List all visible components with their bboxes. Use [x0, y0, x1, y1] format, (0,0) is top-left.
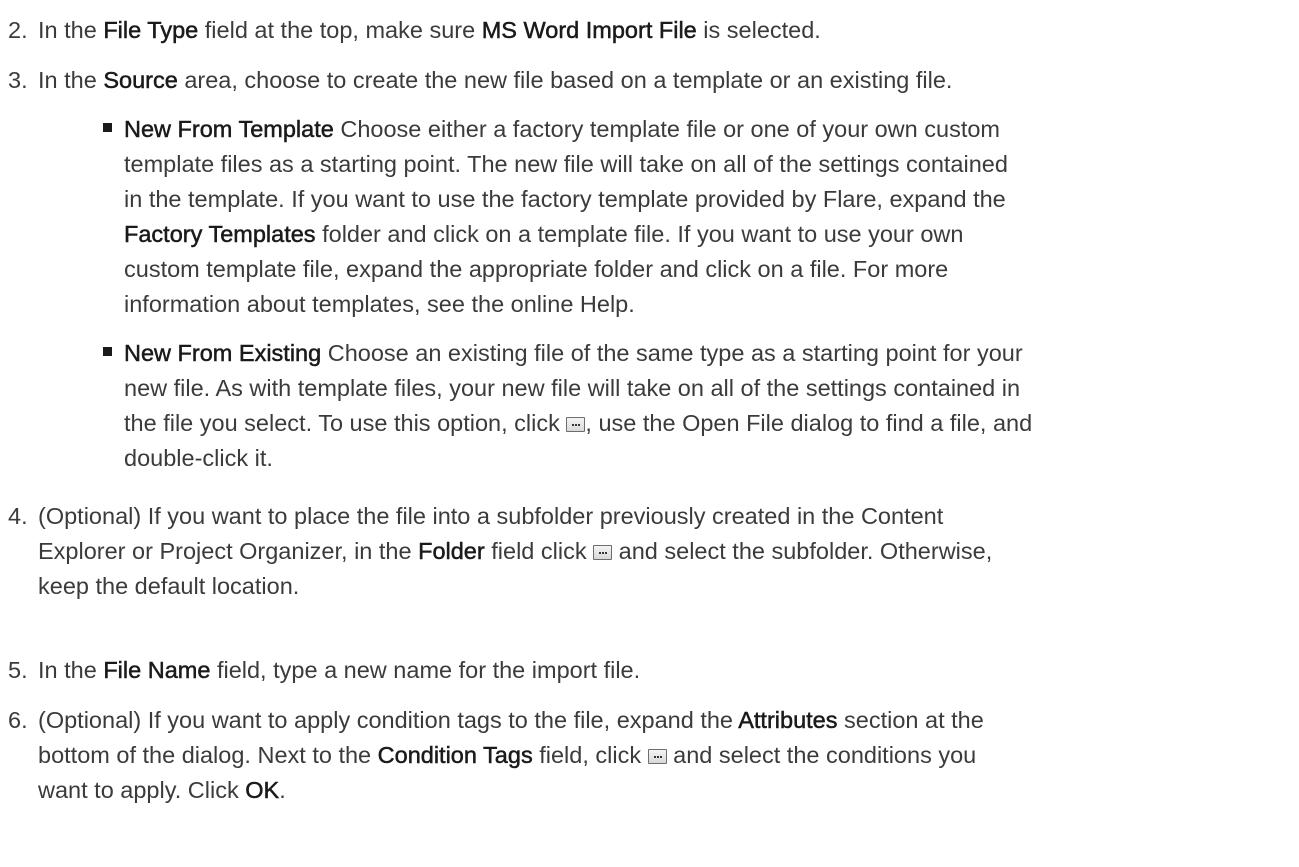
step-text: In the File Name field, type a new name … — [38, 653, 1278, 688]
text-run: In the — [38, 657, 104, 683]
step-text: (Optional) If you want to apply conditio… — [38, 703, 1278, 808]
ui-term-source: Source — [103, 67, 178, 94]
text-line: template files as a starting point. The … — [124, 151, 1008, 177]
step-text: In the Source area, choose to create the… — [38, 63, 1278, 98]
text-run: In the — [38, 67, 104, 93]
step-text: (Optional) If you want to place the file… — [38, 499, 1278, 604]
text-run: Choose either a factory template file or… — [333, 116, 1000, 142]
ui-term-ok: OK — [245, 777, 280, 804]
text-run: Choose an existing file of the same type… — [321, 340, 1023, 366]
ui-term-new-from-existing: New From Existing — [124, 340, 322, 367]
text-run: (Optional) If you want to apply conditio… — [38, 707, 739, 733]
document-page: 2. In the File Type field at the top, ma… — [0, 0, 1299, 867]
text-line: bottom of the dialog. Next to the Condit… — [38, 738, 1278, 773]
text-run: section at the — [837, 707, 984, 733]
bullet-text: New From Existing Choose an existing fil… — [124, 336, 1284, 476]
text-run: . — [279, 777, 286, 803]
step-number: 2. — [8, 17, 28, 43]
text-line: custom template file, expand the appropr… — [124, 256, 949, 282]
ui-term-ms-word-import-file: MS Word Import File — [481, 17, 697, 44]
ui-term-factory-templates: Factory Templates — [124, 221, 316, 248]
text-line: the file you select. To use this option,… — [124, 406, 1284, 441]
text-run: and select the conditions you — [666, 742, 977, 768]
text-run: folder and click on a template file. If … — [315, 221, 964, 247]
text-line: (Optional) If you want to apply conditio… — [38, 703, 1278, 738]
text-line: want to apply. Click OK. — [38, 773, 1278, 808]
step-number: 3. — [8, 67, 28, 93]
text-line: New From Template Choose either a factor… — [124, 112, 1284, 147]
ui-term-new-from-template: New From Template — [124, 116, 334, 143]
ui-term-file-name: File Name — [103, 657, 211, 684]
step-number: 6. — [8, 707, 28, 733]
step-text: In the File Type field at the top, make … — [38, 13, 1278, 48]
text-line: (Optional) If you want to place the file… — [38, 503, 944, 529]
ellipsis-browse-icon — [593, 545, 613, 560]
text-run: field at the top, make sure — [198, 17, 482, 43]
step-number: 4. — [8, 503, 28, 529]
text-run: bottom of the dialog. Next to the — [38, 742, 378, 768]
text-line: New From Existing Choose an existing fil… — [124, 336, 1284, 371]
text-line: double-click it. — [124, 445, 273, 471]
square-bullet-icon — [103, 123, 112, 132]
step-number: 5. — [8, 657, 28, 683]
text-line: Factory Templates folder and click on a … — [124, 217, 1284, 252]
text-run: , use the Open File dialog to find a fil… — [585, 410, 1033, 436]
ui-term-attributes: Attributes — [738, 707, 838, 734]
text-run: field, type a new name for the import fi… — [210, 657, 641, 683]
text-run: Explorer or Project Organizer, in the — [38, 538, 419, 564]
text-run: field click — [484, 538, 594, 564]
ui-term-file-type: File Type — [103, 17, 199, 44]
text-run: is selected. — [696, 17, 821, 43]
ui-term-folder: Folder — [418, 538, 485, 565]
text-run: want to apply. Click — [38, 777, 246, 803]
text-run: area, choose to create the new file base… — [177, 67, 953, 93]
text-line: information about templates, see the onl… — [124, 291, 635, 317]
text-run: and select the subfolder. Otherwise, — [612, 538, 993, 564]
text-line: Explorer or Project Organizer, in the Fo… — [38, 534, 1278, 569]
ellipsis-browse-icon — [566, 417, 586, 432]
text-line: in the template. If you want to use the … — [124, 186, 1006, 212]
ui-term-condition-tags: Condition Tags — [377, 742, 533, 769]
ellipsis-browse-icon — [647, 749, 667, 764]
text-run: In the — [38, 17, 104, 43]
text-line: new file. As with template files, your n… — [124, 375, 1021, 401]
text-run: field, click — [532, 742, 648, 768]
text-line: keep the default location. — [38, 573, 300, 599]
text-run: the file you select. To use this option,… — [124, 410, 567, 436]
square-bullet-icon — [103, 347, 112, 356]
bullet-text: New From Template Choose either a factor… — [124, 112, 1284, 322]
